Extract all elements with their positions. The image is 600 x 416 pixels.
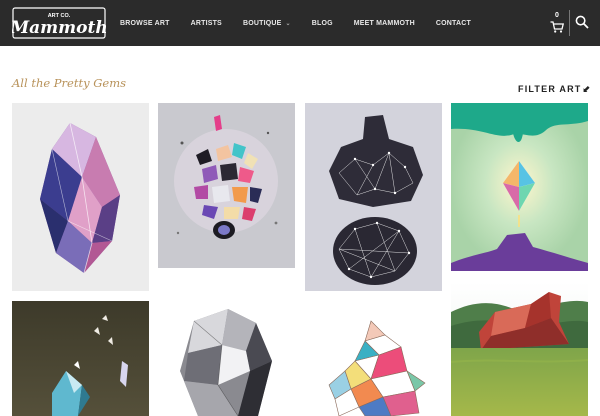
filter-art-button[interactable]: FILTER ART⬋ xyxy=(518,84,591,95)
search-icon xyxy=(575,15,589,29)
mammoth-logo[interactable]: ART CO. Mammoth xyxy=(9,6,108,40)
nav-boutique[interactable]: BOUTIQUE ⌄ xyxy=(243,20,291,27)
nav-meet-mammoth-label: MEET MAMMOTH xyxy=(353,19,415,27)
search-button[interactable] xyxy=(575,15,589,29)
glowing-diamond-painting[interactable] xyxy=(451,103,588,271)
red-rock-landscape-painting[interactable] xyxy=(451,282,588,416)
main-nav: BROWSE ART ARTISTS BOUTIQUE ⌄ BLOG MEET M… xyxy=(120,0,492,46)
nav-browse-art-label: BROWSE ART xyxy=(120,19,170,27)
nav-blog[interactable]: BLOG xyxy=(312,20,333,27)
cart-count: 0 xyxy=(555,12,559,19)
constellation-rocks-painting[interactable] xyxy=(305,103,442,291)
grey-crystal-painting[interactable] xyxy=(158,301,295,416)
dark-crystal-painting[interactable] xyxy=(12,301,149,416)
chevron-down-icon: ⌄ xyxy=(285,20,291,27)
nav-contact[interactable]: CONTACT xyxy=(436,20,471,27)
nav-blog-label: BLOG xyxy=(311,19,333,27)
nav-divider xyxy=(569,10,570,36)
confetti-gems-painting[interactable] xyxy=(158,103,295,268)
nav-boutique-label: BOUTIQUE xyxy=(242,19,282,27)
crystal-gem-painting[interactable] xyxy=(12,103,149,291)
cart-icon xyxy=(550,21,564,33)
page-title: All the Pretty Gems xyxy=(12,76,127,90)
nav-meet-mammoth[interactable]: MEET MAMMOTH xyxy=(354,20,415,27)
brand-name: Mammoth xyxy=(12,18,106,38)
top-navigation-bar: ART CO. Mammoth BROWSE ART ARTISTS BOUTI… xyxy=(0,0,600,46)
cart-button[interactable]: 0 xyxy=(550,12,566,34)
nav-artists[interactable]: ARTISTS xyxy=(191,20,222,27)
nav-contact-label: CONTACT xyxy=(435,19,471,27)
nav-artists-label: ARTISTS xyxy=(190,19,222,27)
corner-arrow-icon: ⬋ xyxy=(582,84,592,94)
filter-art-label: FILTER ART xyxy=(518,84,582,94)
nav-browse-art[interactable]: BROWSE ART xyxy=(120,20,170,27)
geometric-triangles-painting[interactable] xyxy=(305,301,442,416)
